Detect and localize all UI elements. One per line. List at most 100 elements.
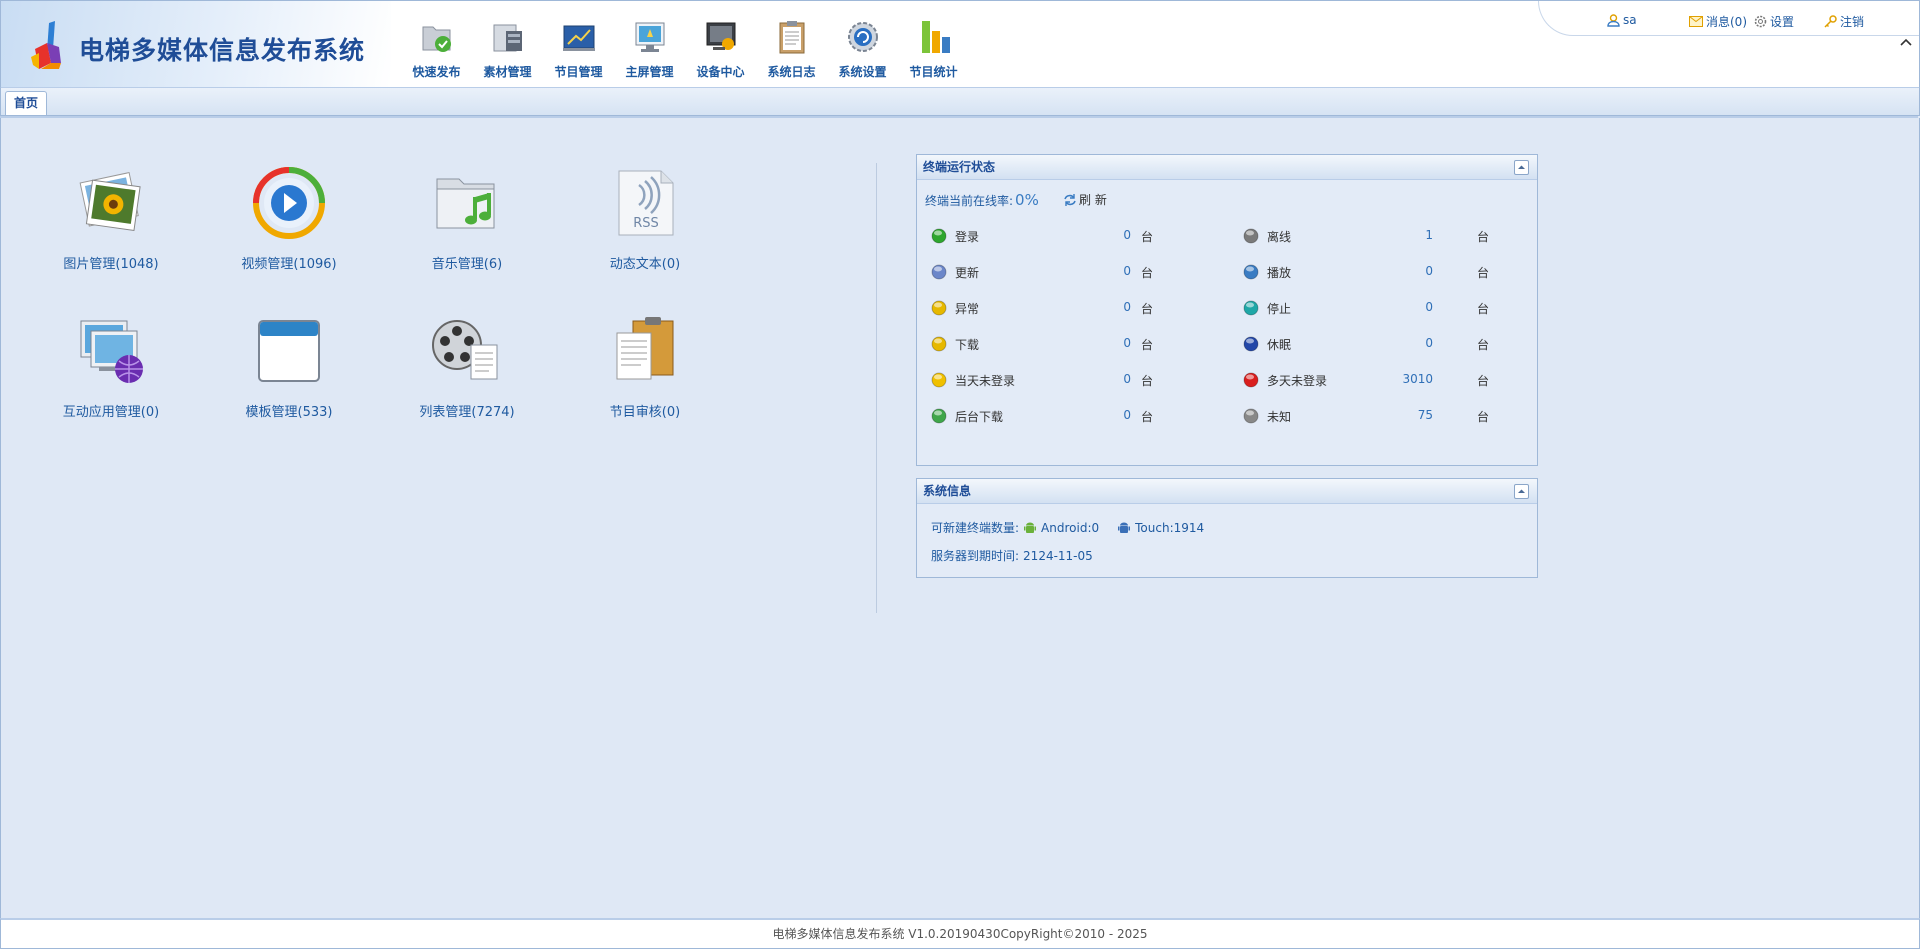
stats-icon xyxy=(921,21,950,53)
collapse-system-panel-button[interactable] xyxy=(1514,484,1529,499)
stop-status-icon xyxy=(1243,300,1259,316)
update-status-icon xyxy=(931,264,947,280)
shortcut-dynamic-text[interactable]: RSS 动态文本(0) xyxy=(565,163,725,272)
status-name: 未知 xyxy=(1267,410,1292,424)
status-name: 停止 xyxy=(1267,302,1292,316)
status-unit: 台 xyxy=(1141,374,1154,388)
nav-material-management[interactable]: 素材管理 xyxy=(472,17,543,80)
status-count[interactable]: 0 xyxy=(1091,228,1131,242)
status-unit: 台 xyxy=(1141,338,1154,352)
refresh-button[interactable]: 刷 新 xyxy=(1063,191,1107,208)
system-info-header: 系统信息 xyxy=(917,479,1537,504)
nav-quick-publish[interactable]: 快速发布 xyxy=(401,17,472,80)
clipboard-icon xyxy=(616,317,674,380)
shortcut-interactive-apps[interactable]: 互动应用管理(0) xyxy=(31,311,191,420)
gear-icon xyxy=(1754,15,1767,28)
status-unit: 台 xyxy=(1141,410,1154,424)
photo-icon xyxy=(79,171,141,231)
status-name: 异常 xyxy=(955,302,980,316)
status-count[interactable]: 0 xyxy=(1393,264,1433,278)
sleep-status-icon xyxy=(1243,336,1259,352)
touch-device-icon xyxy=(1118,522,1131,533)
status-row: 离线 1 台 xyxy=(1243,227,1523,245)
collapse-header-icon[interactable] xyxy=(1899,35,1913,49)
tab-bar: 首页 xyxy=(0,88,1920,116)
svg-text:RSS: RSS xyxy=(633,216,659,231)
app-title: 电梯多媒体信息发布系统 xyxy=(79,36,366,65)
status-name: 播放 xyxy=(1267,266,1292,280)
top-navigation: 快速发布 素材管理 节目管理 主屏管理 设备中心 系统日志 系统设置 节目统计 xyxy=(401,17,969,80)
offline-status-icon xyxy=(1243,228,1259,244)
status-count[interactable]: 0 xyxy=(1091,264,1131,278)
nav-system-settings[interactable]: 系统设置 xyxy=(827,17,898,80)
status-row: 下载 0 台 xyxy=(931,335,1211,353)
user-account[interactable]: sa xyxy=(1607,13,1637,27)
status-count[interactable]: 0 xyxy=(1091,300,1131,314)
nav-device-center[interactable]: 设备中心 xyxy=(685,17,756,80)
header: 电梯多媒体信息发布系统 快速发布 素材管理 节目管理 主屏管理 设备中心 系统日… xyxy=(0,0,1920,89)
status-unit: 台 xyxy=(1477,302,1490,316)
new-terminal-count: 可新建终端数量: Android:0 Touch:1914 xyxy=(931,520,1205,536)
status-row: 多天未登录 3010 台 xyxy=(1243,371,1523,389)
status-row: 后台下载 0 台 xyxy=(931,407,1211,425)
logo-area: 电梯多媒体信息发布系统 xyxy=(1,1,391,87)
terminal-status-panel: 终端运行状态 终端当前在线率: 0% 刷 新 登录 0 台更新 0 台异常 0 台下载 0 台当天… xyxy=(916,154,1538,466)
terminal-status-header: 终端运行状态 xyxy=(917,155,1537,180)
mail-icon xyxy=(1689,16,1703,27)
shortcut-photo-management[interactable]: 图片管理(1048) xyxy=(31,163,191,272)
logout-link[interactable]: 注销 xyxy=(1824,13,1864,30)
server-expiry: 服务器到期时间: 2124-11-05 xyxy=(931,548,1093,564)
shortcut-video-management[interactable]: 视频管理(1096) xyxy=(209,163,369,272)
nav-main-screen[interactable]: 主屏管理 xyxy=(614,17,685,80)
status-count[interactable]: 0 xyxy=(1393,336,1433,350)
chevron-up-icon xyxy=(1518,165,1525,169)
nav-system-log[interactable]: 系统日志 xyxy=(756,17,827,80)
status-count[interactable]: 75 xyxy=(1393,408,1433,422)
status-count[interactable]: 0 xyxy=(1091,336,1131,350)
status-unit: 台 xyxy=(1141,266,1154,280)
main-screen-icon xyxy=(635,22,664,52)
status-row: 播放 0 台 xyxy=(1243,263,1523,281)
status-row: 登录 0 台 xyxy=(931,227,1211,245)
shortcut-music-management[interactable]: 音乐管理(6) xyxy=(387,163,547,272)
not-logged-today-icon xyxy=(931,372,947,388)
rss-icon: RSS xyxy=(618,170,674,236)
status-row: 当天未登录 0 台 xyxy=(931,371,1211,389)
collapse-terminal-panel-button[interactable] xyxy=(1514,160,1529,175)
device-icon xyxy=(706,22,735,50)
shortcut-list-management[interactable]: 列表管理(7274) xyxy=(387,311,547,420)
status-unit: 台 xyxy=(1141,230,1154,244)
shortcut-template-management[interactable]: 模板管理(533) xyxy=(209,311,369,420)
home-content: 图片管理(1048) 视频管理(1096) 音乐管理(6) RSS 动态文本(0… xyxy=(0,118,1920,918)
status-row: 更新 0 台 xyxy=(931,263,1211,281)
status-count[interactable]: 3010 xyxy=(1393,372,1433,386)
status-count[interactable]: 0 xyxy=(1091,372,1131,386)
refresh-icon xyxy=(1064,193,1076,206)
user-toolbar: sa 消息(0) 设置 注销 xyxy=(1538,1,1919,36)
program-icon xyxy=(562,25,595,51)
user-icon xyxy=(1607,13,1620,27)
play-status-icon xyxy=(1243,264,1259,280)
nav-program-statistics[interactable]: 节目统计 xyxy=(898,17,969,80)
status-name: 后台下载 xyxy=(955,410,1004,424)
log-icon xyxy=(779,21,804,54)
settings-link[interactable]: 设置 xyxy=(1754,13,1794,30)
background-download-icon xyxy=(931,408,947,424)
exception-status-icon xyxy=(931,300,947,316)
status-count[interactable]: 0 xyxy=(1393,300,1433,314)
tab-home[interactable]: 首页 xyxy=(5,91,48,115)
status-count[interactable]: 1 xyxy=(1393,228,1433,242)
chevron-up-icon xyxy=(1518,489,1525,493)
film-list-icon xyxy=(432,320,498,380)
status-name: 离线 xyxy=(1267,230,1292,244)
messages-link[interactable]: 消息(0) xyxy=(1689,13,1747,30)
settings-icon xyxy=(847,22,878,52)
login-status-icon xyxy=(931,228,947,244)
shortcut-program-review[interactable]: 节目审核(0) xyxy=(565,311,725,420)
nav-program-management[interactable]: 节目管理 xyxy=(543,17,614,80)
music-icon xyxy=(436,178,495,229)
status-count[interactable]: 0 xyxy=(1091,408,1131,422)
footer: 电梯多媒体信息发布系统 V1.0.20190430CopyRight©2010 … xyxy=(0,918,1920,949)
status-row: 异常 0 台 xyxy=(931,299,1211,317)
status-name: 多天未登录 xyxy=(1267,374,1328,388)
